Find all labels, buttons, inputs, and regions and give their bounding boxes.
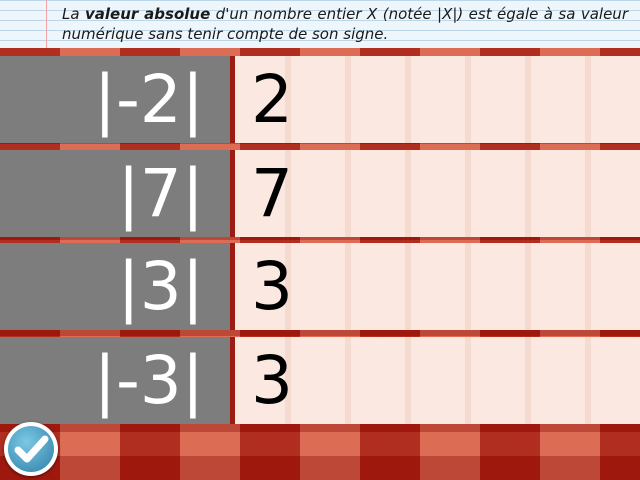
exercise-row-2: |7| 7 [0, 150, 640, 237]
expression-panel: |-3| [0, 337, 230, 424]
expression-text: |3| [117, 248, 204, 325]
answer-text: 2 [251, 61, 293, 138]
answer-text: 3 [251, 342, 293, 419]
check-button[interactable] [4, 422, 58, 476]
instruction-header: La valeur absolue d'un nombre entier X (… [0, 0, 640, 48]
expression-text: |-3| [93, 342, 204, 419]
expression-text: |-2| [93, 61, 204, 138]
answer-field[interactable]: 2 [235, 56, 640, 143]
expression-text: |7| [117, 155, 204, 232]
answer-field[interactable]: 3 [235, 337, 640, 424]
answer-text: 7 [251, 155, 293, 232]
instruction-intro: La [62, 5, 85, 23]
answer-field[interactable]: 7 [235, 150, 640, 237]
notebook-margin-line [46, 0, 47, 48]
instruction-term: valeur absolue [84, 5, 211, 23]
expression-panel: |7| [0, 150, 230, 237]
answer-text: 3 [251, 248, 293, 325]
exercise-row-1: |-2| 2 [0, 56, 640, 143]
exercise-row-3: |3| 3 [0, 243, 640, 330]
expression-panel: |-2| [0, 56, 230, 143]
expression-panel: |3| [0, 243, 230, 330]
exercise-row-4: |-3| 3 [0, 337, 640, 424]
check-icon [14, 435, 49, 463]
instruction-text: La valeur absolue d'un nombre entier X (… [62, 4, 628, 44]
answer-field[interactable]: 3 [235, 243, 640, 330]
